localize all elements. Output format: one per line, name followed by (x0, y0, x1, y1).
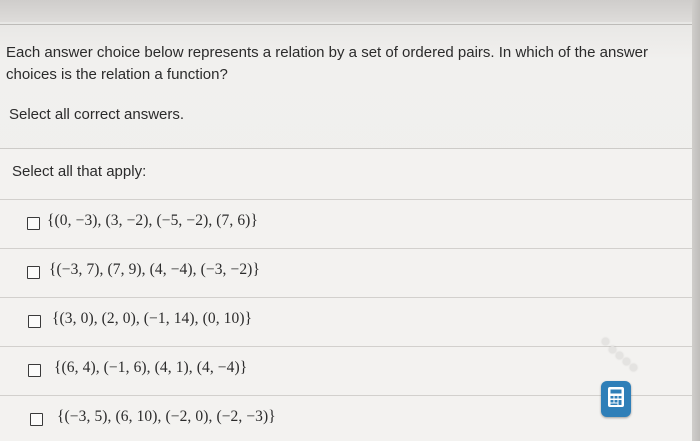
top-strip (0, 0, 700, 22)
top-divider (0, 24, 700, 25)
tool-dot (602, 338, 609, 345)
tool-menu-dots[interactable] (600, 334, 640, 374)
window-edge (692, 0, 700, 441)
tool-dot (616, 352, 623, 359)
question-instruction: Select all correct answers. (9, 106, 185, 123)
answer-option-3-text: {(3, 0), (2, 0), (−1, 14), (0, 10)} (52, 310, 253, 327)
answer-checkbox-4[interactable] (28, 364, 41, 377)
answer-checkbox-1[interactable] (27, 217, 40, 230)
tool-dot (623, 358, 630, 365)
answer-checkbox-2[interactable] (27, 266, 40, 279)
calculator-icon (607, 386, 625, 413)
answer-checkbox-3[interactable] (28, 315, 41, 328)
page: Each answer choice below represents a re… (0, 0, 700, 441)
select-all-label: Select all that apply: (12, 163, 147, 180)
answer-option-5[interactable]: {(−3, 5), (6, 10), (−2, 0), (−2, −3)} (0, 396, 692, 441)
question-text: Each answer choice below represents a re… (6, 44, 649, 83)
answer-option-2-text: {(−3, 7), (7, 9), (4, −4), (−3, −2)} (49, 261, 260, 278)
answer-checkbox-5[interactable] (30, 413, 43, 426)
calculator-button[interactable] (601, 381, 631, 417)
answer-option-1[interactable]: {(0, −3), (3, −2), (−5, −2), (7, 6)} (0, 200, 692, 249)
tool-dot (609, 346, 616, 353)
answer-option-2[interactable]: {(−3, 7), (7, 9), (4, −4), (−3, −2)} (0, 249, 692, 298)
answer-option-4-text: {(6, 4), (−1, 6), (4, 1), (4, −4)} (54, 359, 248, 376)
answer-option-4[interactable]: {(6, 4), (−1, 6), (4, 1), (4, −4)} (0, 347, 692, 396)
answer-option-3[interactable]: {(3, 0), (2, 0), (−1, 14), (0, 10)} (0, 298, 692, 347)
answer-option-5-text: {(−3, 5), (6, 10), (−2, 0), (−2, −3)} (57, 408, 276, 425)
answer-option-1-text: {(0, −3), (3, −2), (−5, −2), (7, 6)} (47, 212, 258, 229)
tool-dot (630, 364, 637, 371)
